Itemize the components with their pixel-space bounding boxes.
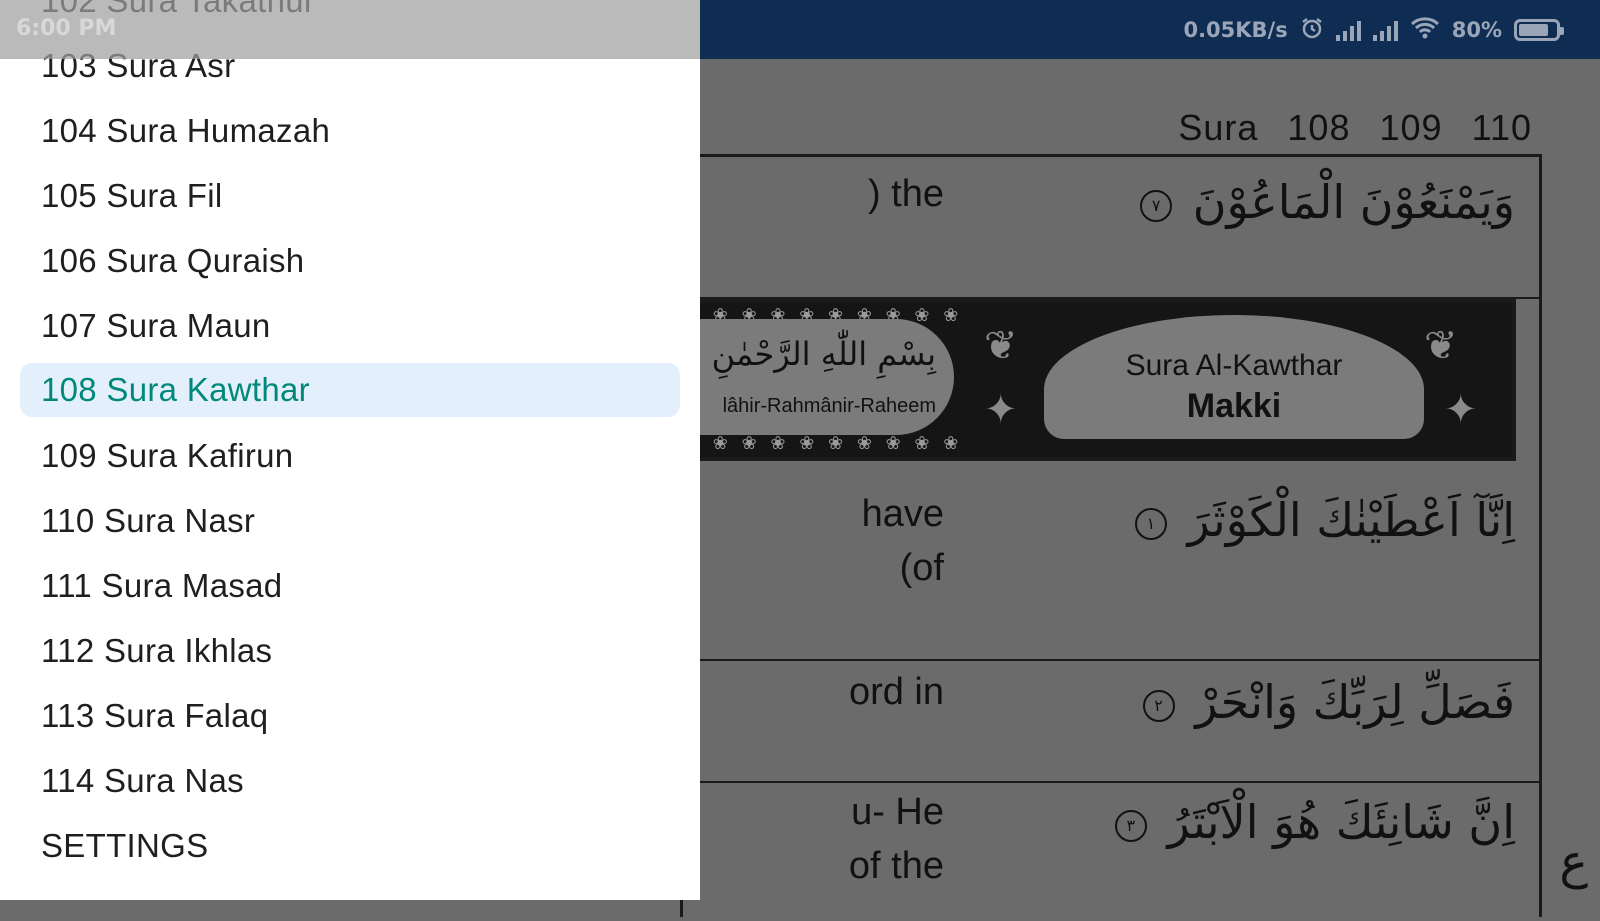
drawer-item-114-sura-nas[interactable]: 114 Sura Nas [0,748,700,813]
sura-revelation-type: Makki [1186,387,1282,425]
signal-icon [1335,19,1361,41]
flourish-ornament: ✦ [1444,387,1478,433]
verse-row: ) the وَيَمْنَعُوْنَ الْمَاعُوْنَ ٧ [683,157,1539,299]
verse-translation: have (of [861,493,944,589]
drawer-item-107-sura-maun[interactable]: 107 Sura Maun [0,293,700,358]
sura-nav-link-110[interactable]: 110 [1472,107,1532,148]
bismillah-box: بِسْمِ اللّٰهِ الرَّحْمٰنِ الرَّ lâhir-R… [665,319,954,435]
drawer-item-105-sura-fil[interactable]: 105 Sura Fil [0,163,700,228]
drawer-item-111-sura-masad[interactable]: 111 Sura Masad [0,553,700,618]
verse-arabic: فَصَلِّ لِرَبِّكَ وَانْحَرْ ٢ [1142,675,1515,729]
verse-arabic-text: فَصَلِّ لِرَبِّكَ وَانْحَرْ [1195,675,1515,729]
bismillah-arabic: بِسْمِ اللّٰهِ الرَّحْمٰنِ الرَّ [665,335,936,373]
bismillah-transliteration: lâhir-Rahmânir-Raheem [722,395,936,417]
ayah-number-mark: ٧ [1140,189,1173,222]
verse-translation: ) the [867,173,944,215]
status-indicators: 0.05KB/s 80% [1183,15,1564,45]
status-time: 6:00 PM [16,16,117,41]
drawer-item-108-sura-kawthar[interactable]: 108 Sura Kawthar [20,363,680,417]
network-speed: 0.05KB/s [1183,18,1288,42]
sura-nav-link-108[interactable]: 108 [1287,107,1350,148]
drawer-item-110-sura-nasr[interactable]: 110 Sura Nasr [0,488,700,553]
verse-translation: u- He of the [848,791,944,887]
ayah-number-mark: ١ [1134,507,1167,540]
verse-row: have (of اِنَّآ اَعْطَيْنٰكَ الْكَوْثَرَ… [683,457,1539,661]
verse-row: u- He of the اِنَّ شَانِئَكَ هُوَ الْاَب… [683,781,1539,921]
flourish-ornament: ✦ [984,387,1018,433]
ruku-mark: ع [1559,834,1588,890]
verse-arabic-text: اِنَّآ اَعْطَيْنٰكَ الْكَوْثَرَ [1187,493,1515,547]
quran-page[interactable]: Sura 108 109 110 ) the وَيَمْنَعُوْنَ ال… [665,59,1600,917]
verse-arabic-text: وَيَمْنَعُوْنَ الْمَاعُوْنَ [1192,175,1515,229]
battery-level [1519,24,1548,36]
sura-navigation-drawer[interactable]: 102 Sura Takathur103 Sura Asr104 Sura Hu… [0,0,700,900]
verse-arabic-text: اِنَّ شَانِئَكَ هُوَ الْاَبْتَرُ [1167,795,1515,849]
signal-icon [1372,19,1398,41]
verse-arabic: اِنَّآ اَعْطَيْنٰكَ الْكَوْثَرَ ١ [1134,493,1515,547]
verse-arabic: اِنَّ شَانِئَكَ هُوَ الْاَبْتَرُ ٣ [1114,795,1515,849]
verse-frame: ) the وَيَمْنَعُوْنَ الْمَاعُوْنَ ٧ have… [680,154,1542,917]
sura-title-cartouche: Sura Al-Kawthar Makki [1044,315,1424,439]
flourish-ornament: ❦ [984,323,1018,369]
verse-row: ord in فَصَلِّ لِرَبِّكَ وَانْحَرْ ٢ [683,659,1539,783]
drawer-item-112-sura-ikhlas[interactable]: 112 Sura Ikhlas [0,618,700,683]
drawer-item-109-sura-kafirun[interactable]: 109 Sura Kafirun [0,423,700,488]
settings-menu-item[interactable]: SETTINGS [0,813,700,878]
sura-navigation: Sura 108 109 110 [1178,107,1532,149]
ayah-number-mark: ٢ [1142,689,1175,722]
drawer-item-113-sura-falaq[interactable]: 113 Sura Falaq [0,683,700,748]
drawer-item-106-sura-quraish[interactable]: 106 Sura Quraish [0,228,700,293]
alarm-icon [1300,16,1324,45]
verse-arabic: وَيَمْنَعُوْنَ الْمَاعُوْنَ ٧ [1140,175,1515,229]
wifi-icon [1410,16,1440,45]
verse-translation: ord in [848,671,944,713]
sura-header-banner: ❀ ❀ ❀ ❀ ❀ ❀ ❀ ❀ ❀ ❀ ❀ ❀ ❀ ❀ ❀ ❀ ❀ ❀ ❀ ❀ … [665,299,1516,461]
sura-title: Sura Al-Kawthar [1125,349,1343,382]
flourish-ornament: ❦ [1424,323,1458,369]
drawer-item-104-sura-humazah[interactable]: 104 Sura Humazah [0,98,700,163]
battery-icon [1514,19,1564,41]
ayah-number-mark: ٣ [1114,809,1147,842]
battery-percent: 80% [1451,18,1502,42]
sura-nav-link-109[interactable]: 109 [1380,107,1443,148]
sura-nav-prefix: Sura [1178,107,1259,148]
sura-list[interactable]: 102 Sura Takathur103 Sura Asr104 Sura Hu… [0,0,700,878]
